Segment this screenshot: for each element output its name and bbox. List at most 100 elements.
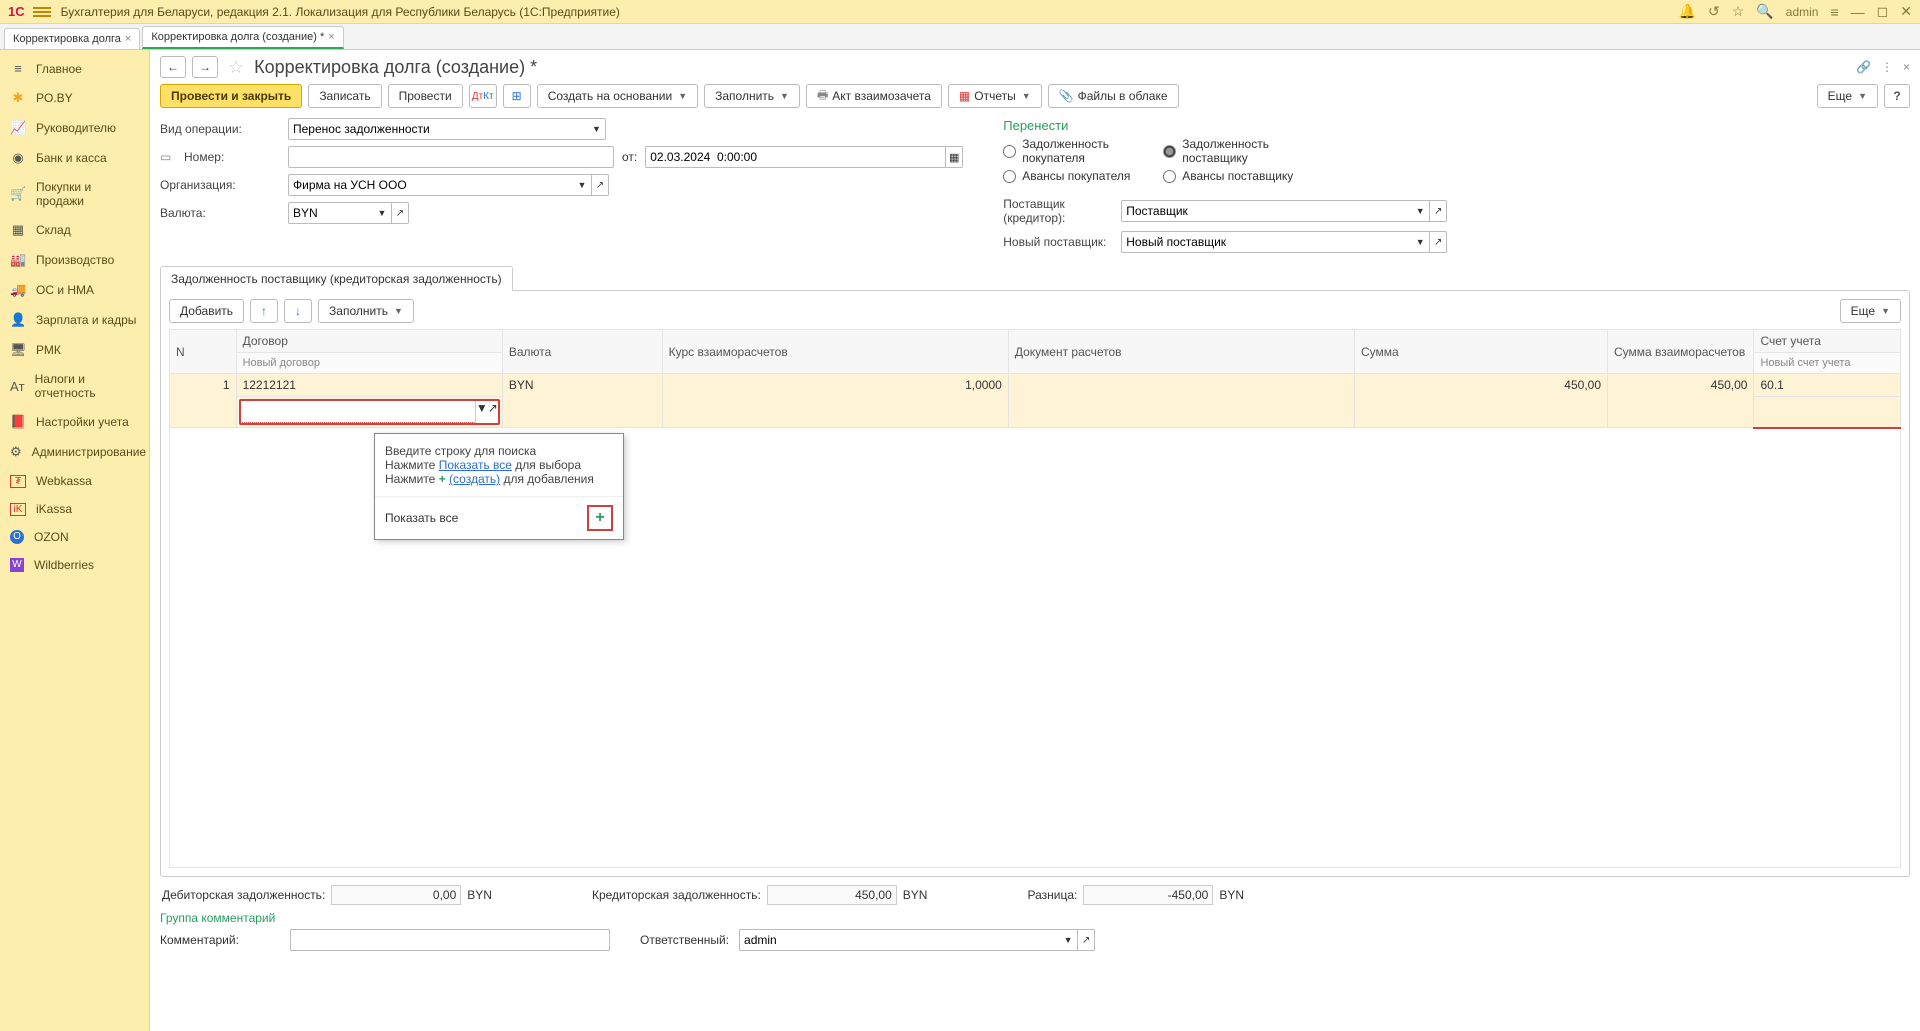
bell-icon[interactable]: 🔔 <box>1679 3 1696 20</box>
move-up-button[interactable]: ↑ <box>250 299 278 323</box>
forward-button[interactable]: → <box>192 56 218 78</box>
org-input[interactable] <box>288 174 573 196</box>
close-page-icon[interactable]: × <box>1903 60 1910 74</box>
move-down-button[interactable]: ↓ <box>284 299 312 323</box>
link-icon[interactable]: 🔗 <box>1856 60 1871 74</box>
close-window-icon[interactable]: ✕ <box>1900 3 1912 20</box>
radio-supplier-debt[interactable]: Задолженность поставщику <box>1163 137 1333 165</box>
add-row-button[interactable]: Добавить <box>169 299 244 323</box>
new-contract-cell-edit[interactable]: ▼ ↗ <box>239 399 500 425</box>
search-icon[interactable]: 🔍 <box>1756 3 1773 20</box>
sidebar-item-manager[interactable]: 📈Руководителю <box>0 113 149 143</box>
new-supplier-input[interactable] <box>1121 231 1411 253</box>
tab-item[interactable]: Корректировка долга (создание) * × <box>142 26 343 49</box>
sidebar-item-ozon[interactable]: OOZON <box>0 523 149 551</box>
star-icon[interactable]: ☆ <box>1732 3 1745 20</box>
sidebar-item-rmk[interactable]: 🖥РМК <box>0 335 149 365</box>
col-rate[interactable]: Курс взаиморасчетов <box>662 330 1008 374</box>
sidebar-item-bank[interactable]: ◉Банк и касса <box>0 143 149 173</box>
supplier-input[interactable] <box>1121 200 1411 222</box>
sidebar-item-poby[interactable]: ✱PO.BY <box>0 83 149 113</box>
chevron-down-icon[interactable]: ▼ <box>1411 200 1429 222</box>
user-label[interactable]: admin <box>1786 5 1819 19</box>
show-all-link[interactable]: Показать все <box>439 458 512 472</box>
open-ref-icon[interactable]: ↗ <box>1429 200 1447 222</box>
col-sum[interactable]: Сумма <box>1355 330 1608 374</box>
table-row[interactable]: 1 12212121 BYN 1,0000 450,00 450,00 60.1 <box>170 374 1901 397</box>
cell-new-account[interactable] <box>1754 397 1901 428</box>
cell-sum-settle[interactable]: 450,00 <box>1608 374 1754 428</box>
comment-input[interactable] <box>290 929 610 951</box>
chevron-down-icon[interactable]: ▼ <box>475 401 488 423</box>
sidebar-item-ikassa[interactable]: iKiKassa <box>0 495 149 523</box>
sidebar-item-hr[interactable]: 👤Зарплата и кадры <box>0 305 149 335</box>
dt-kt-button[interactable]: ДтКт <box>469 84 497 108</box>
radio-supplier-adv[interactable]: Авансы поставщику <box>1163 169 1333 183</box>
menu-burger-icon[interactable] <box>33 7 51 17</box>
new-supplier-select[interactable]: ▼ ↗ <box>1121 231 1447 253</box>
sidebar-item-production[interactable]: 🏭Производство <box>0 245 149 275</box>
org-select[interactable]: ▼ ↗ <box>288 174 609 196</box>
favorite-icon[interactable]: ☆ <box>228 57 244 78</box>
op-type-select[interactable]: ▼ <box>288 118 606 140</box>
cell-doc[interactable] <box>1008 374 1354 428</box>
radio-buyer-adv[interactable]: Авансы покупателя <box>1003 169 1153 183</box>
date-input[interactable] <box>645 146 945 168</box>
sidebar-item-settings[interactable]: 📕Настройки учета <box>0 407 149 437</box>
chevron-down-icon[interactable]: ▼ <box>1059 929 1077 951</box>
history-icon[interactable]: ↺ <box>1708 3 1720 20</box>
open-ref-icon[interactable]: ↗ <box>488 401 498 423</box>
close-icon[interactable]: × <box>125 33 131 45</box>
create-link[interactable]: (создать) <box>449 472 500 486</box>
supplier-select[interactable]: ▼ ↗ <box>1121 200 1447 222</box>
op-type-input[interactable] <box>288 118 588 140</box>
chevron-down-icon[interactable]: ▼ <box>588 118 606 140</box>
open-ref-icon[interactable]: ↗ <box>1429 231 1447 253</box>
sidebar-item-admin[interactable]: ⚙Администрирование <box>0 437 149 467</box>
responsible-select[interactable]: ▼ ↗ <box>739 929 1095 951</box>
sidebar-item-webkassa[interactable]: ₮Webkassa <box>0 467 149 495</box>
subtab-debt[interactable]: Задолженность поставщику (кредиторская з… <box>160 266 513 291</box>
col-currency[interactable]: Валюта <box>502 330 662 374</box>
cell-rate[interactable]: 1,0000 <box>662 374 1008 428</box>
post-and-close-button[interactable]: Провести и закрыть <box>160 84 302 108</box>
tab-item[interactable]: Корректировка долга × <box>4 28 140 49</box>
more-button[interactable]: Еще▼ <box>1817 84 1878 108</box>
col-n[interactable]: N <box>170 330 237 374</box>
back-button[interactable]: ← <box>160 56 186 78</box>
open-ref-icon[interactable]: ↗ <box>1077 929 1095 951</box>
act-button[interactable]: 🖶Акт взаимозачета <box>806 84 942 108</box>
reports-button[interactable]: ▦Отчеты▼ <box>948 84 1042 108</box>
kebab-icon[interactable]: ⋮ <box>1881 60 1893 74</box>
sidebar-item-trade[interactable]: 🛒Покупки и продажи <box>0 173 149 215</box>
cell-n[interactable]: 1 <box>170 374 237 428</box>
maximize-icon[interactable]: ◻ <box>1877 3 1889 20</box>
cell-sum[interactable]: 450,00 <box>1355 374 1608 428</box>
chevron-down-icon[interactable]: ▼ <box>1411 231 1429 253</box>
sidebar-item-stock[interactable]: ▦Склад <box>0 215 149 245</box>
close-icon[interactable]: × <box>328 31 334 43</box>
sidebar-item-tax[interactable]: AᴛНалоги и отчетность <box>0 365 149 407</box>
cell-account[interactable]: 60.1 <box>1754 374 1901 397</box>
show-all-footer-link[interactable]: Показать все <box>385 511 458 525</box>
sidebar-item-wildberries[interactable]: WWildberries <box>0 551 149 579</box>
currency-input[interactable] <box>288 202 373 224</box>
new-contract-input[interactable] <box>241 401 475 423</box>
fill-button[interactable]: Заполнить▼ <box>704 84 800 108</box>
radio-buyer-debt[interactable]: Задолженность покупателя <box>1003 137 1153 165</box>
create-new-button[interactable]: + <box>587 505 613 531</box>
grid-fill-button[interactable]: Заполнить▼ <box>318 299 414 323</box>
post-button[interactable]: Провести <box>388 84 463 108</box>
currency-select[interactable]: ▼ ↗ <box>288 202 409 224</box>
sidebar-item-assets[interactable]: 🚚ОС и НМА <box>0 275 149 305</box>
grid-more-button[interactable]: Еще▼ <box>1840 299 1901 323</box>
col-contract[interactable]: Договор <box>236 330 502 353</box>
col-account[interactable]: Счет учета <box>1754 330 1901 353</box>
chevron-down-icon[interactable]: ▼ <box>373 202 391 224</box>
col-doc[interactable]: Документ расчетов <box>1008 330 1354 374</box>
cloud-files-button[interactable]: 📎Файлы в облаке <box>1048 84 1179 108</box>
responsible-input[interactable] <box>739 929 1059 951</box>
open-ref-icon[interactable]: ↗ <box>591 174 609 196</box>
help-button[interactable]: ? <box>1884 84 1910 108</box>
create-based-button[interactable]: Создать на основании▼ <box>537 84 698 108</box>
